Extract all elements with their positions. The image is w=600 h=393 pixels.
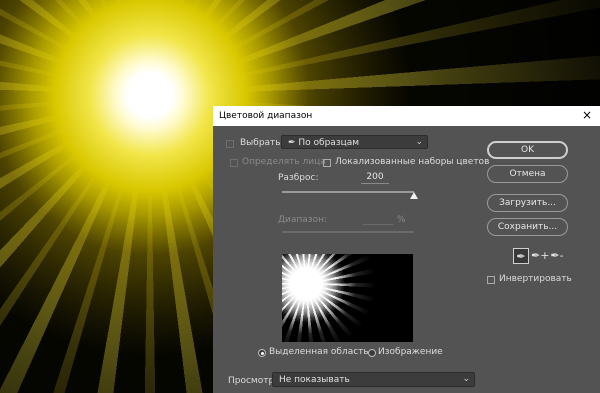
- cancel-button[interactable]: Отмена: [487, 165, 568, 183]
- view-dropdown[interactable]: Не показывать ⌄: [272, 372, 475, 387]
- fuzziness-slider-track[interactable]: [282, 191, 414, 193]
- image-radio-label: Изображение: [378, 347, 443, 357]
- fuzziness-label: Разброс:: [278, 173, 319, 183]
- localized-checkbox[interactable]: [323, 159, 331, 167]
- invert-label: Инвертировать: [499, 274, 572, 284]
- eyedropper-add-icon[interactable]: ✒+: [531, 248, 549, 264]
- close-icon[interactable]: ×: [582, 109, 592, 121]
- selection-preview: [282, 254, 413, 342]
- selection-radio-label: Выделенная область: [269, 347, 369, 357]
- detect-faces-label: Определять лица: [242, 157, 326, 167]
- dialog-titlebar[interactable]: Цветовой диапазон ×: [213, 106, 600, 126]
- preview-mask: [282, 254, 413, 342]
- eyedropper-icon: ✒: [288, 138, 299, 148]
- eyedropper-icon[interactable]: ✒: [513, 248, 529, 264]
- dialog-title: Цветовой диапазон: [219, 111, 313, 121]
- load-button[interactable]: Загрузить...: [487, 194, 568, 212]
- fuzziness-input[interactable]: 200: [361, 172, 389, 184]
- selection-radio[interactable]: [258, 349, 266, 357]
- localized-label: Локализованные наборы цветов: [335, 157, 490, 167]
- invert-checkbox[interactable]: [487, 276, 495, 284]
- range-slider-track[interactable]: [282, 231, 414, 233]
- chevron-down-icon: ⌄: [415, 137, 423, 147]
- select-checkbox: [226, 140, 234, 148]
- save-button[interactable]: Сохранить...: [487, 218, 568, 236]
- detect-faces-checkbox[interactable]: [230, 159, 238, 167]
- range-label: Диапазон:: [278, 215, 328, 225]
- image-radio[interactable]: [368, 349, 376, 357]
- chevron-down-icon: ⌄: [462, 374, 470, 384]
- color-range-dialog: Цветовой диапазон × Выбрать: ✒ По образц…: [213, 106, 600, 393]
- select-value: ✒ По образцам: [288, 138, 360, 148]
- fuzziness-slider-thumb[interactable]: [410, 192, 418, 199]
- select-dropdown[interactable]: ✒ По образцам ⌄: [281, 135, 428, 149]
- view-label: Просмотр:: [228, 376, 278, 386]
- select-label: Выбрать:: [240, 138, 284, 148]
- ok-button[interactable]: OK: [487, 141, 568, 159]
- range-unit: %: [397, 215, 406, 225]
- view-value: Не показывать: [279, 375, 350, 385]
- range-input[interactable]: [363, 214, 393, 225]
- eyedropper-subtract-icon[interactable]: ✒-: [549, 248, 565, 264]
